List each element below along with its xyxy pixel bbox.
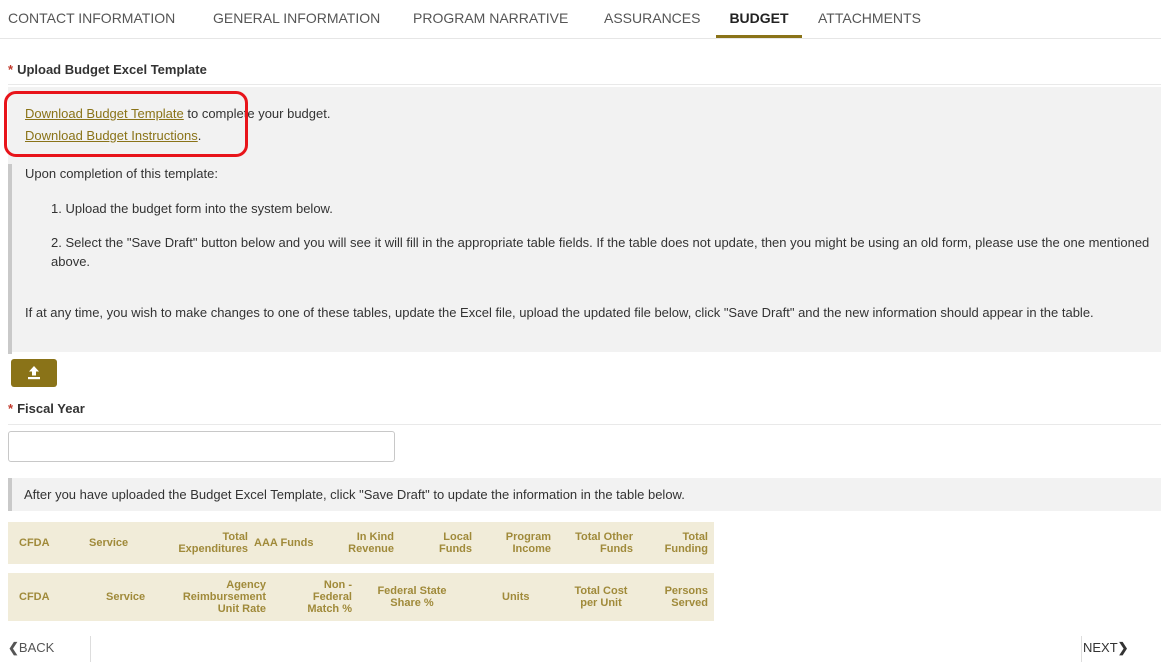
column-header: CFDA	[19, 591, 50, 603]
tab-budget[interactable]: BUDGET	[716, 0, 802, 38]
fiscal-year-input[interactable]	[8, 431, 395, 462]
back-button[interactable]: ❮BACK	[8, 640, 54, 656]
fiscal-year-label-text: Fiscal Year	[17, 401, 85, 416]
column-header: Program Income	[505, 531, 551, 555]
column-header: Units	[502, 591, 530, 603]
required-marker: *	[8, 62, 14, 77]
column-header: Service	[89, 537, 129, 549]
column-header: Service	[106, 591, 146, 603]
column-header: In Kind Revenue	[348, 531, 394, 555]
next-button[interactable]: NEXT❯	[1083, 640, 1129, 656]
table-note-panel: After you have uploaded the Budget Excel…	[8, 478, 1161, 511]
table-note-text: After you have uploaded the Budget Excel…	[24, 487, 685, 502]
column-header: Total Cost per Unit	[574, 585, 628, 609]
required-marker: *	[8, 401, 14, 416]
upload-button[interactable]	[11, 359, 57, 387]
divider	[8, 84, 1161, 85]
chevron-left-icon: ❮	[8, 640, 19, 655]
instructions-left-bar	[8, 164, 12, 354]
column-header: Agency Reimbursement Unit Rate	[182, 579, 266, 615]
column-header: Federal State Share %	[377, 585, 447, 609]
next-label: NEXT	[1083, 640, 1118, 655]
upload-icon	[28, 366, 40, 380]
column-header: Total Expenditures	[178, 531, 248, 555]
chevron-right-icon: ❯	[1117, 640, 1129, 655]
column-header: Non - Federal Match %	[307, 579, 352, 615]
upload-section-title-text: Upload Budget Excel Template	[17, 62, 207, 77]
tab-contact-information[interactable]: CONTACT INFORMATION	[8, 0, 175, 37]
budget-table-header: CFDA Service Total Expenditures AAA Fund…	[8, 522, 714, 564]
tab-assurances[interactable]: ASSURANCES	[604, 0, 700, 37]
divider	[8, 424, 1161, 425]
completion-intro: Upon completion of this template:	[25, 166, 218, 181]
column-header: Local Funds	[439, 531, 472, 555]
changes-note: If at any time, you wish to make changes…	[25, 305, 1094, 320]
fiscal-year-label: * Fiscal Year	[8, 401, 85, 416]
column-header: AAA Funds	[254, 537, 314, 549]
column-header: Persons Served	[664, 585, 708, 609]
tab-general-information[interactable]: GENERAL INFORMATION	[213, 0, 380, 37]
highlight-annotation	[4, 91, 248, 157]
column-header: Total Funding	[664, 531, 708, 555]
step-2: 2. Select the "Save Draft" button below …	[51, 235, 1150, 269]
column-header: CFDA	[19, 537, 50, 549]
divider	[1081, 636, 1082, 662]
upload-section-title: * Upload Budget Excel Template	[8, 62, 207, 77]
tab-attachments[interactable]: ATTACHMENTS	[818, 0, 921, 37]
tab-program-narrative[interactable]: PROGRAM NARRATIVE	[413, 0, 568, 37]
form-tabs: CONTACT INFORMATION GENERAL INFORMATION …	[0, 0, 1161, 39]
step-1: 1. Upload the budget form into the syste…	[51, 201, 333, 216]
back-label: BACK	[18, 640, 55, 655]
column-header: Total Other Funds	[575, 531, 633, 555]
rate-table-header: CFDA Service Agency Reimbursement Unit R…	[8, 573, 714, 621]
divider	[90, 636, 91, 662]
